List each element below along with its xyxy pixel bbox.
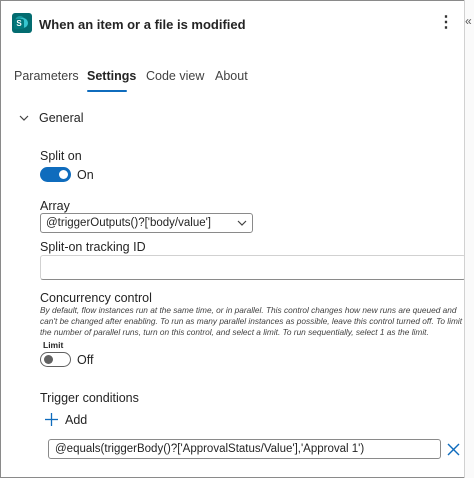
trigger-title: When an item or a file is modified: [39, 17, 246, 32]
close-icon[interactable]: [447, 443, 460, 456]
panel-header: S When an item or a file is modified ⋮: [1, 1, 465, 47]
add-condition-label: Add: [65, 413, 88, 427]
split-on-state: On: [77, 168, 94, 182]
sharepoint-letter: S: [14, 19, 24, 29]
active-tab-indicator: [87, 90, 127, 92]
chevron-down-icon: [237, 220, 247, 226]
plus-icon: [45, 413, 58, 426]
settings-panel: S When an item or a file is modified ⋮ P…: [0, 0, 474, 478]
section-title-general: General: [39, 111, 84, 125]
tracking-id-input[interactable]: [40, 255, 466, 280]
tab-settings[interactable]: Settings: [87, 69, 136, 83]
split-on-label: Split on: [40, 149, 82, 163]
tab-about[interactable]: About: [215, 69, 248, 83]
array-value: @triggerOutputs()?['body/value']: [46, 217, 212, 229]
collapse-panel-edge[interactable]: «: [464, 0, 474, 478]
tab-parameters[interactable]: Parameters: [14, 69, 79, 83]
chevron-down-icon: [19, 115, 29, 121]
split-on-toggle[interactable]: [40, 167, 71, 182]
tracking-id-label: Split-on tracking ID: [40, 240, 146, 254]
tab-code-view[interactable]: Code view: [146, 69, 204, 83]
collapse-icon: «: [465, 14, 472, 28]
concurrency-toggle[interactable]: [40, 352, 71, 367]
concurrency-description: By default, flow instances run at the sa…: [40, 305, 463, 337]
more-vertical-icon[interactable]: ⋮: [438, 14, 454, 34]
sharepoint-icon: S: [12, 13, 32, 33]
tab-bar: Parameters Settings Code view About: [1, 65, 465, 95]
concurrency-state: Off: [77, 353, 94, 367]
array-dropdown[interactable]: @triggerOutputs()?['body/value']: [40, 213, 253, 233]
limit-label: Limit: [43, 340, 64, 350]
trigger-condition-input[interactable]: [48, 439, 441, 459]
trigger-conditions-label: Trigger conditions: [40, 391, 139, 405]
concurrency-label: Concurrency control: [40, 291, 152, 305]
array-label: Array: [40, 199, 70, 213]
